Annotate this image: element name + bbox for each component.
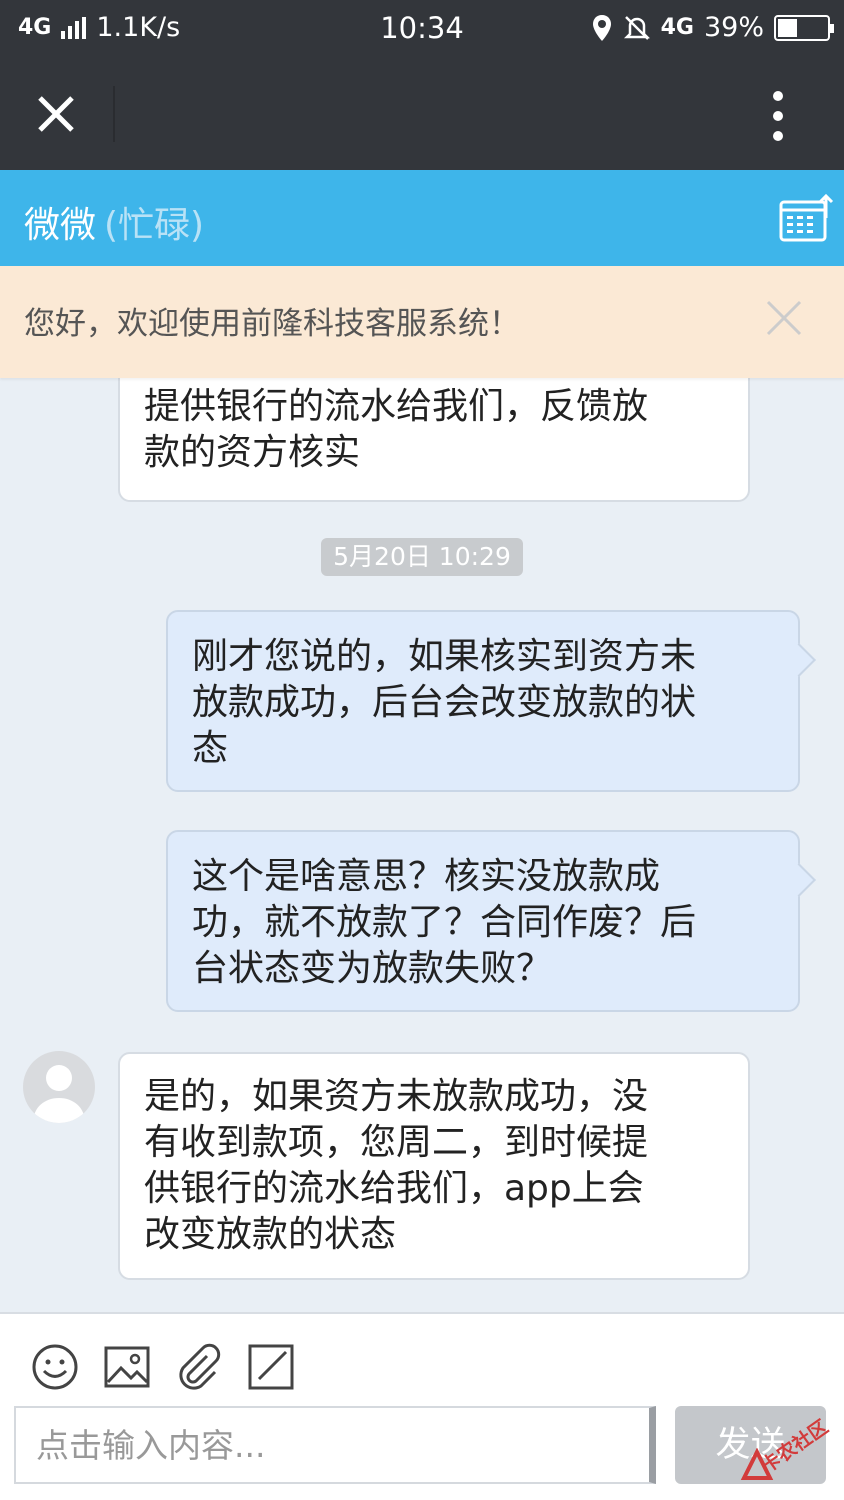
message-input-box[interactable] (14, 1406, 656, 1484)
message-input[interactable] (16, 1408, 649, 1482)
close-icon[interactable] (30, 88, 82, 140)
emoji-icon[interactable] (30, 1342, 80, 1392)
network-type-2: 4G (660, 15, 694, 40)
chat-history-icon[interactable] (778, 192, 834, 244)
more-vertical-icon[interactable] (758, 88, 798, 144)
message-line: 放款成功，后台会改变放款的状 (192, 682, 697, 723)
message-list[interactable]: 提供银行的流水给我们，反馈放 款的资方核实 5月20日 10:29 刚才您说的，… (0, 378, 844, 1312)
agent-name: 微微 (忙碌) (24, 196, 204, 248)
location-icon (592, 14, 611, 41)
timestamp: 5月20日 10:29 (321, 538, 523, 576)
message-line: 改变放款的状态 (144, 1214, 397, 1255)
message-line: 态 (192, 728, 229, 769)
message-line: 是的，如果资方未放款成功，没 (144, 1076, 649, 1117)
agent-avatar[interactable] (23, 1051, 95, 1123)
message-line: 刚才您说的，如果核实到资方未 (192, 636, 697, 677)
message-bubble-agent: 提供银行的流水给我们，反馈放 款的资方核实 (118, 378, 750, 502)
agent-status: (忙碌) (104, 205, 205, 246)
user-silhouette-icon (33, 1065, 85, 1123)
notice-text: 您好，欢迎使用前隆科技客服系统！ (24, 306, 520, 342)
status-bar: 4G 1.1K/s 10:34 4G 39% (0, 0, 844, 58)
message-line: 供银行的流水给我们，app上会 (144, 1168, 644, 1209)
top-toolbar (0, 58, 844, 170)
message-line: 台状态变为放款失败？ (192, 948, 553, 989)
agent-name-text: 微微 (24, 205, 97, 246)
attachment-icon[interactable] (174, 1342, 224, 1392)
message-line: 款的资方核实 (144, 432, 361, 473)
alarm-off-icon (623, 15, 650, 40)
message-line: 提供银行的流水给我们，反馈放 (144, 386, 649, 427)
chat-header: 微微 (忙碌) (0, 170, 844, 266)
message-line: 功，就不放款了？合同作废？后 (192, 902, 697, 943)
battery-percent: 39% (703, 12, 764, 43)
watermark-logo: 卡农社区 (740, 1410, 840, 1488)
message-bubble-user: 这个是啥意思？核实没放款成 功，就不放款了？合同作废？后 台状态变为放款失败？ (166, 830, 800, 1012)
message-bubble-agent: 是的，如果资方未放款成功，没 有收到款项，您周二，到时候提 供银行的流水给我们，… (118, 1052, 750, 1280)
input-area: 发送 (0, 1312, 844, 1500)
message-line: 这个是啥意思？核实没放款成 (192, 856, 661, 897)
notice-close-icon[interactable] (764, 298, 804, 338)
image-icon[interactable] (102, 1342, 152, 1392)
edit-icon[interactable] (246, 1342, 296, 1392)
toolbar-divider (113, 86, 115, 142)
welcome-notice: 您好，欢迎使用前隆科技客服系统！ (0, 266, 844, 378)
message-bubble-user: 刚才您说的，如果核实到资方未 放款成功，后台会改变放款的状 态 (166, 610, 800, 792)
input-toolbar (30, 1342, 296, 1392)
watermark-text: 卡农社区 (757, 1415, 833, 1478)
battery-icon (774, 14, 834, 41)
message-line: 有收到款项，您周二，到时候提 (144, 1122, 649, 1163)
